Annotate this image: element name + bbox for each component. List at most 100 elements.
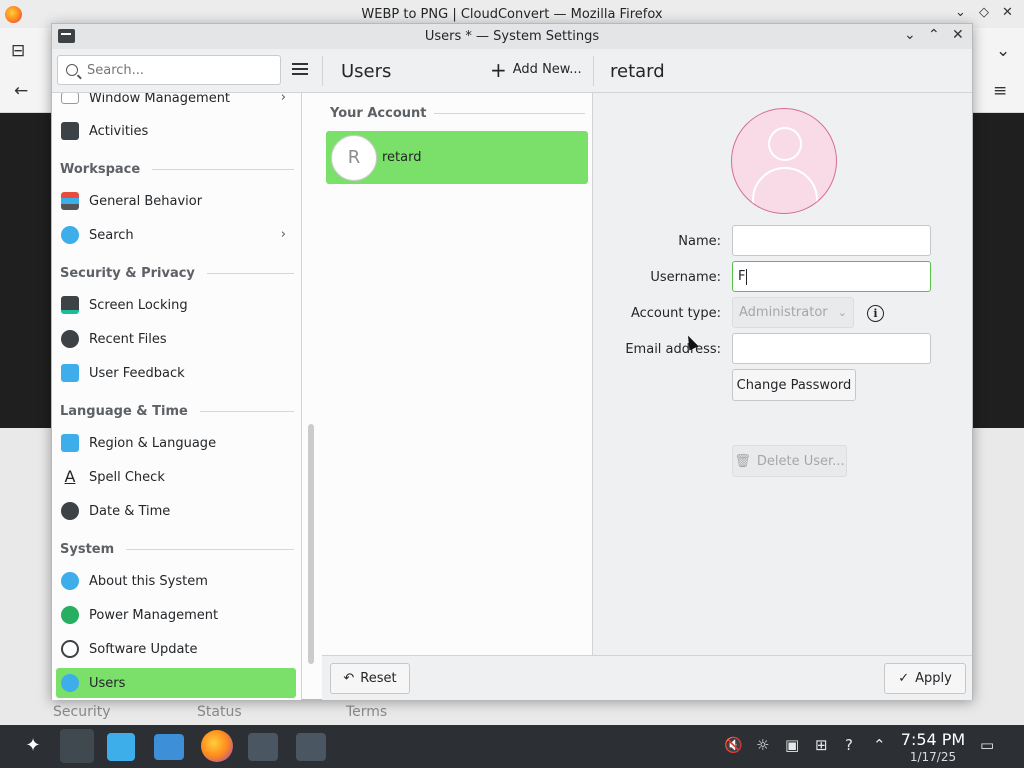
- brightness-icon[interactable]: ☼: [756, 736, 769, 754]
- name-label: Name:: [678, 234, 721, 249]
- clock[interactable]: 7:54 PM 1/17/25: [900, 730, 966, 764]
- maximize-icon[interactable]: ◇: [979, 5, 989, 20]
- search-input[interactable]: [87, 62, 267, 78]
- settings-footer: ↶ Reset ✓ Apply: [322, 655, 972, 700]
- close-icon[interactable]: ✕: [1002, 5, 1013, 20]
- account-name: retard: [382, 150, 422, 165]
- window-icon: [61, 93, 79, 104]
- user-details-pane: Name: Username: F Account type: Administ…: [593, 93, 972, 655]
- user-silhouette-icon: [768, 127, 802, 161]
- tab-list-chevron-icon[interactable]: ⌄: [996, 41, 1010, 61]
- name-field[interactable]: [732, 225, 931, 256]
- account-list-item[interactable]: R retard: [326, 131, 588, 184]
- settings-header: Users + Add New... retard: [52, 49, 972, 93]
- sidebar-item-general-behavior[interactable]: General Behavior: [56, 186, 296, 216]
- maximize-icon[interactable]: ⌃: [928, 27, 940, 43]
- account-type-label: Account type:: [630, 306, 721, 321]
- footer-link-security[interactable]: Security: [53, 704, 111, 720]
- taskbar-system-settings-icon[interactable]: [60, 729, 94, 763]
- app-launcher-icon[interactable]: ✦: [16, 729, 50, 763]
- sidebar-item-power-management[interactable]: Power Management: [56, 600, 296, 630]
- change-password-button[interactable]: Change Password: [732, 369, 856, 401]
- help-icon[interactable]: ?: [845, 736, 853, 754]
- sidebar-item-screen-locking[interactable]: Screen Locking: [56, 290, 296, 320]
- sidebar-item-label: Users: [89, 675, 126, 691]
- firefox-logo-icon: [5, 6, 22, 23]
- clock-date: 1/17/25: [909, 750, 957, 764]
- sidebar-item-users[interactable]: Users: [56, 668, 296, 698]
- close-icon[interactable]: ✕: [952, 27, 964, 43]
- minimize-icon[interactable]: ⌄: [904, 27, 916, 43]
- storage-icon[interactable]: ▣: [785, 736, 799, 754]
- email-field[interactable]: [732, 333, 931, 364]
- sidebar-item-spell-check[interactable]: A Spell Check: [56, 462, 296, 492]
- section-header-language-time: Language & Time: [60, 404, 294, 419]
- sidebar-item-window-management[interactable]: Window Management ›: [56, 93, 296, 113]
- minimize-icon[interactable]: ⌄: [955, 5, 966, 20]
- sidebar-item-search[interactable]: Search ›: [56, 220, 296, 250]
- firefox-window-title: WEBP to PNG | CloudConvert — Mozilla Fir…: [361, 6, 663, 22]
- sidebar-item-date-time[interactable]: Date & Time: [56, 496, 296, 526]
- chevron-right-icon: ›: [280, 227, 286, 242]
- menu-icon[interactable]: ≡: [993, 81, 1007, 101]
- volume-muted-icon[interactable]: 🔇: [724, 736, 743, 754]
- username-label: Username:: [650, 270, 721, 285]
- footer-link-terms[interactable]: Terms: [346, 704, 387, 720]
- sidebar-item-software-update[interactable]: Software Update: [56, 634, 296, 664]
- update-icon: [61, 640, 79, 658]
- network-icon[interactable]: ⊞: [815, 736, 828, 754]
- hamburger-menu-icon[interactable]: [292, 63, 308, 77]
- reset-icon: ↶: [343, 671, 355, 686]
- back-arrow-icon[interactable]: ←: [14, 81, 28, 101]
- taskbar-app-icon[interactable]: [296, 733, 326, 761]
- sidebar-item-label: Region & Language: [89, 435, 217, 451]
- chevron-right-icon: ›: [280, 93, 286, 105]
- tab-overview-icon[interactable]: ⊟: [11, 41, 25, 61]
- username-field[interactable]: F: [732, 261, 931, 292]
- taskbar-app-icon[interactable]: [248, 733, 278, 761]
- chevron-down-icon: ⌄: [837, 306, 847, 319]
- accounts-list: Your Account R retard: [322, 93, 593, 655]
- user-avatar-button[interactable]: [731, 108, 837, 214]
- power-icon: [61, 606, 79, 624]
- show-desktop-icon[interactable]: ▭: [980, 736, 994, 754]
- search-field[interactable]: [57, 55, 281, 85]
- section-header-security-privacy: Security & Privacy: [60, 266, 294, 281]
- info-icon[interactable]: i: [867, 305, 884, 322]
- sidebar-item-activities[interactable]: Activities: [56, 116, 296, 146]
- general-behavior-icon: [61, 192, 79, 210]
- system-settings-icon: [58, 29, 75, 43]
- sidebar-item-label: Search: [89, 227, 134, 243]
- sidebar-item-about-system[interactable]: About this System: [56, 566, 296, 596]
- taskbar-firefox-icon[interactable]: [201, 730, 233, 762]
- page-title: Users: [341, 61, 392, 82]
- clock-time: 7:54 PM: [900, 730, 966, 749]
- checkmark-icon: ✓: [898, 671, 910, 686]
- window-title: Users * — System Settings: [424, 29, 600, 44]
- region-icon: [61, 434, 79, 452]
- delete-user-button[interactable]: 🗑 Delete User...: [732, 445, 847, 477]
- sidebar-scrollbar[interactable]: [308, 424, 314, 664]
- sidebar-item-region-language[interactable]: Region & Language: [56, 428, 296, 458]
- username-value: F: [738, 269, 746, 284]
- sidebar-item-label: Software Update: [89, 641, 198, 657]
- apply-label: Apply: [915, 671, 952, 686]
- apply-button[interactable]: ✓ Apply: [884, 663, 966, 694]
- footer-link-status[interactable]: Status: [197, 704, 242, 720]
- sidebar-item-label: Recent Files: [89, 331, 167, 347]
- section-header-your-account: Your Account: [330, 106, 585, 121]
- sidebar-item-recent-files[interactable]: Recent Files: [56, 324, 296, 354]
- reset-button[interactable]: ↶ Reset: [330, 663, 410, 694]
- add-new-label: Add New...: [512, 62, 582, 77]
- tray-expand-icon[interactable]: ⌃: [873, 736, 886, 754]
- clock-icon: [61, 502, 79, 520]
- sidebar-item-user-feedback[interactable]: User Feedback: [56, 358, 296, 388]
- sidebar-item-label: Date & Time: [89, 503, 171, 519]
- info-icon: [61, 572, 79, 590]
- taskbar-dolphin-icon[interactable]: [154, 734, 184, 760]
- add-new-button[interactable]: + Add New...: [490, 60, 582, 80]
- account-type-select[interactable]: Administrator ⌄: [732, 297, 854, 328]
- search-icon: [66, 64, 78, 76]
- delete-user-label: Delete User...: [756, 453, 845, 469]
- taskbar-discover-icon[interactable]: [107, 733, 135, 761]
